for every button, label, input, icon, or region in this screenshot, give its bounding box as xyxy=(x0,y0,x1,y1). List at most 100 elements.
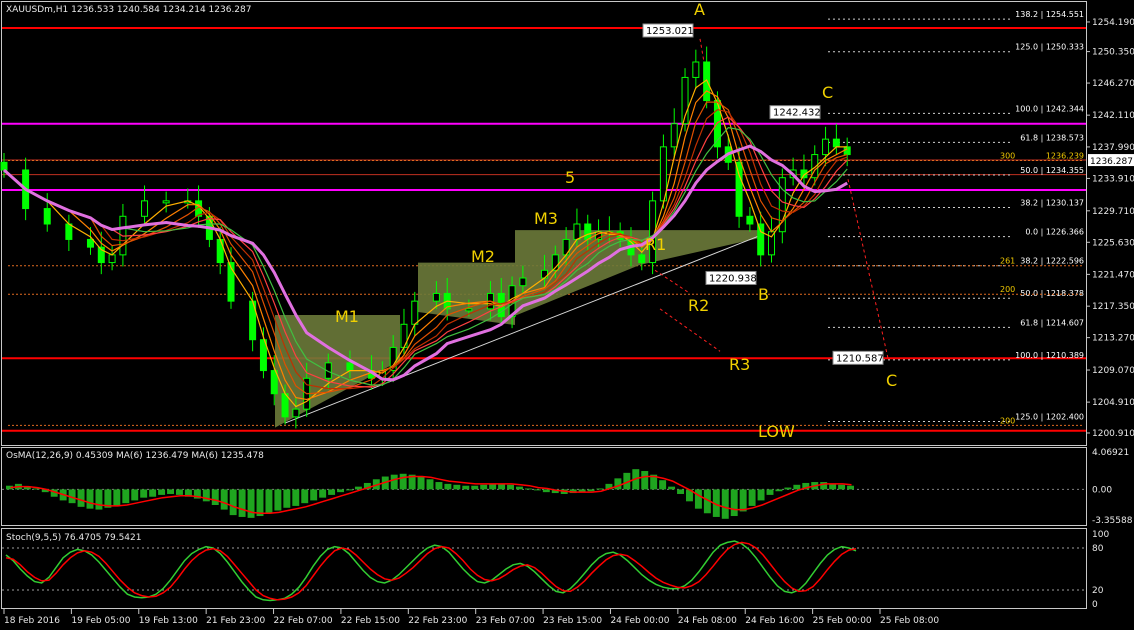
price-tick-label: 1213.270 xyxy=(1092,334,1134,344)
price-tick-label: 1233.910 xyxy=(1092,174,1134,184)
candle-bear xyxy=(0,161,8,171)
candle-bear xyxy=(346,362,354,372)
candle-bull xyxy=(465,308,473,312)
annotation-label: R1 xyxy=(645,235,666,254)
ribbon-ma-line xyxy=(3,108,848,390)
osma-bar xyxy=(95,489,103,510)
osma-bar xyxy=(471,485,479,490)
candle-bear xyxy=(281,393,289,418)
candle-bear xyxy=(216,238,224,264)
time-tick-label: 19 Feb 05:00 xyxy=(71,616,130,626)
osma-bar xyxy=(775,489,783,492)
osma-bar xyxy=(113,489,121,506)
osma-bar xyxy=(417,476,425,490)
osma-bar xyxy=(498,483,506,490)
time-tick-label: 22 Feb 07:00 xyxy=(274,616,333,626)
osma-bar xyxy=(524,488,532,490)
fib-ext-value: 1236.239 xyxy=(1046,151,1084,160)
price-tick-label: 1225.630 xyxy=(1092,238,1134,248)
price-tick-label: 1250.350 xyxy=(1092,48,1134,58)
candle-bull xyxy=(573,223,581,240)
candle-bull xyxy=(670,123,678,148)
candle-bear xyxy=(735,161,743,217)
stoch-signal-line xyxy=(5,541,857,601)
osma-tick-label: -3.35588 xyxy=(1092,516,1133,526)
price-box-label: 1210.587 xyxy=(836,353,884,364)
osma-bar xyxy=(265,489,273,514)
osma-bar xyxy=(301,489,309,504)
time-tick-label: 19 Feb 13:00 xyxy=(139,616,198,626)
osma-bar xyxy=(310,489,318,501)
stoch-tick-label: 20 xyxy=(1092,586,1104,596)
osma-bar xyxy=(489,483,497,490)
osma-bar xyxy=(283,489,291,508)
annotation-label: M1 xyxy=(335,307,359,326)
osma-bar xyxy=(158,489,166,495)
stoch-header: Stoch(9,5,5) 76.4705 79.5421 xyxy=(6,533,141,543)
time-tick-label: 23 Feb 15:00 xyxy=(543,616,602,626)
osma-bar xyxy=(176,489,183,495)
osma-bar xyxy=(444,483,452,490)
osma-bar xyxy=(435,482,443,490)
osma-bar xyxy=(614,478,622,490)
osma-bar xyxy=(677,489,684,494)
osma-bar xyxy=(149,489,157,497)
osma-bar xyxy=(256,489,264,517)
osma-bar xyxy=(140,489,148,498)
annotation-label: B xyxy=(758,285,769,304)
osma-bar xyxy=(784,487,792,490)
osma-bar xyxy=(641,471,649,490)
time-tick-label: 22 Feb 23:00 xyxy=(408,616,467,626)
candle-bear xyxy=(86,238,94,248)
osma-bar xyxy=(238,489,246,517)
annotation-label: M3 xyxy=(534,209,558,228)
price-tick-label: 1217.350 xyxy=(1092,302,1134,312)
osma-bar xyxy=(668,486,676,490)
annotation-label: LOW xyxy=(758,422,795,441)
osma-bar xyxy=(820,482,828,490)
osma-header: OsMA(12,26,9) 0.45309 MA(6) 1236.479 MA(… xyxy=(6,451,264,461)
time-tick-label: 22 Feb 15:00 xyxy=(341,616,400,626)
time-tick-label: 21 Feb 23:00 xyxy=(206,616,265,626)
candle-bull xyxy=(411,300,419,325)
time-tick-label: 24 Feb 16:00 xyxy=(745,616,804,626)
osma-bar xyxy=(739,489,747,512)
candle-bull xyxy=(768,231,776,256)
projection-r3 xyxy=(659,308,721,352)
osma-bar xyxy=(247,489,255,518)
annotation-label: C xyxy=(822,83,833,102)
osma-bar xyxy=(346,489,353,491)
osma-bar xyxy=(167,489,174,494)
current-price-label: 1236.287 xyxy=(1090,157,1133,167)
fib-ext-label: 300 xyxy=(1000,151,1015,160)
time-tick-label: 25 Feb 08:00 xyxy=(880,616,939,626)
osma-bar xyxy=(659,480,667,490)
osma-bar xyxy=(516,486,523,490)
time-axis: 18 Feb 2016 19 Feb 05:00 19 Feb 13:00 21 Fe… xyxy=(3,609,939,626)
wave-annotations: A C 5 M3 M2 M1 R1 R2 R3 B C LOW xyxy=(335,0,897,441)
horizontal-level-lines xyxy=(2,27,1086,432)
fib-level-label: 61.8 | 1214.607 xyxy=(1020,318,1084,327)
price-tick-label: 1246.270 xyxy=(1092,79,1134,89)
fib-level-label: 125.0 | 1202.400 xyxy=(1015,412,1084,421)
candle-bear xyxy=(843,146,851,156)
osma-bar xyxy=(694,489,702,509)
osma-bar xyxy=(453,484,461,490)
stoch-tick-label: 0 xyxy=(1092,600,1098,610)
chart-canvas: 138.2 | 1254.551 125.0 | 1250.333 100.0 | … xyxy=(0,0,1134,626)
price-box-label: 1242.432 xyxy=(773,108,821,119)
osma-bar xyxy=(542,489,550,493)
candle-bear xyxy=(65,223,73,240)
osma-bar xyxy=(793,484,801,490)
candle-bear xyxy=(584,223,592,240)
stoch-tick-label: 80 xyxy=(1092,544,1104,554)
price-box-label: 1253.021 xyxy=(646,26,694,37)
osma-bar xyxy=(462,485,470,490)
time-tick-label: 18 Feb 2016 xyxy=(4,616,60,626)
fib-level-label: 38.2 | 1222.596 xyxy=(1020,257,1084,266)
osma-bar xyxy=(390,474,398,490)
time-tick-label: 24 Feb 00:00 xyxy=(610,616,669,626)
fib-ext-label: 261 xyxy=(1000,257,1015,266)
osma-bar xyxy=(480,484,488,490)
osma-tick-label: 4.06921 xyxy=(1092,448,1129,458)
